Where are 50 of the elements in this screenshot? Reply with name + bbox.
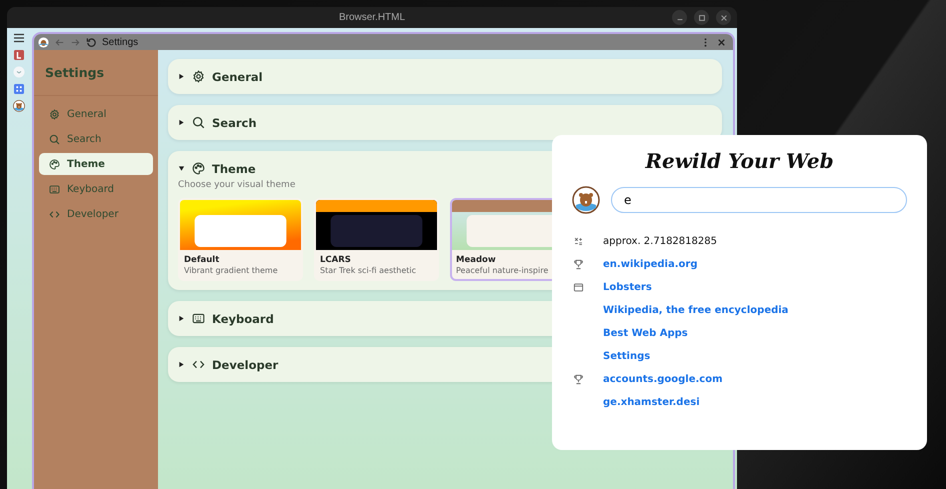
- trophy-icon: [573, 374, 584, 385]
- palette-icon: [192, 162, 205, 175]
- sidebar-item[interactable]: Keyboard: [39, 178, 153, 200]
- beaver-avatar-icon: [12, 100, 24, 112]
- result-link[interactable]: Best Web Apps: [603, 328, 688, 339]
- keyboard-icon: [49, 184, 60, 194]
- result-link[interactable]: Lobsters: [603, 282, 652, 293]
- sidebar-title: Settings: [34, 54, 158, 96]
- result-link[interactable]: en.wikipedia.org: [603, 259, 698, 270]
- section-header[interactable]: General: [178, 59, 712, 94]
- search-icon: [192, 116, 205, 129]
- code-icon: [192, 358, 205, 371]
- code-icon: [49, 208, 60, 220]
- search-field[interactable]: e: [611, 187, 907, 213]
- reload-icon[interactable]: [86, 36, 97, 48]
- window-icon: [573, 282, 584, 293]
- calculator-icon: [573, 236, 584, 247]
- keyboard-icon: [192, 312, 205, 325]
- result-link[interactable]: accounts.google.com: [603, 374, 723, 385]
- sidebar-item[interactable]: Developer: [39, 203, 153, 225]
- window-title: Browser.HTML: [338, 12, 406, 23]
- result-link[interactable]: Settings: [603, 351, 650, 362]
- maximize-icon: [698, 14, 706, 22]
- minimize-button[interactable]: [672, 10, 687, 25]
- section-subtitle: Choose your visual theme: [178, 180, 296, 190]
- search-icon: [49, 134, 60, 144]
- sidebar-item[interactable]: Theme: [39, 153, 153, 175]
- result-link[interactable]: Wikipedia, the free encyclopedia: [603, 305, 788, 316]
- close-icon: [720, 14, 728, 22]
- close-button[interactable]: [716, 10, 731, 25]
- tab-title: Settings: [102, 36, 138, 48]
- sidebar-item[interactable]: Search: [39, 128, 153, 150]
- close-icon[interactable]: [716, 36, 727, 48]
- favicon-icon[interactable]: [12, 49, 24, 61]
- popup-title: Rewild Your Web: [644, 149, 835, 173]
- gear-icon: [49, 108, 60, 120]
- menu-icon[interactable]: [12, 32, 24, 44]
- beaver-avatar-icon: [572, 186, 600, 214]
- trophy-icon: [573, 259, 584, 270]
- result-link[interactable]: ge.xhamster.desi: [603, 397, 700, 408]
- calculation-result: approx. 2.7182818285: [603, 236, 717, 247]
- maximize-button[interactable]: [694, 10, 709, 25]
- grid-icon[interactable]: [12, 83, 24, 95]
- beaver-favicon-icon: [38, 36, 49, 48]
- theme-card[interactable]: Default Vibrant gradient theme: [178, 198, 303, 281]
- sidebar-item[interactable]: General: [39, 103, 153, 125]
- section-header[interactable]: Search: [178, 105, 712, 140]
- theme-card[interactable]: LCARS Star Trek sci-fi aesthetic: [314, 198, 439, 281]
- gear-icon: [192, 70, 205, 83]
- palette-icon: [49, 158, 60, 170]
